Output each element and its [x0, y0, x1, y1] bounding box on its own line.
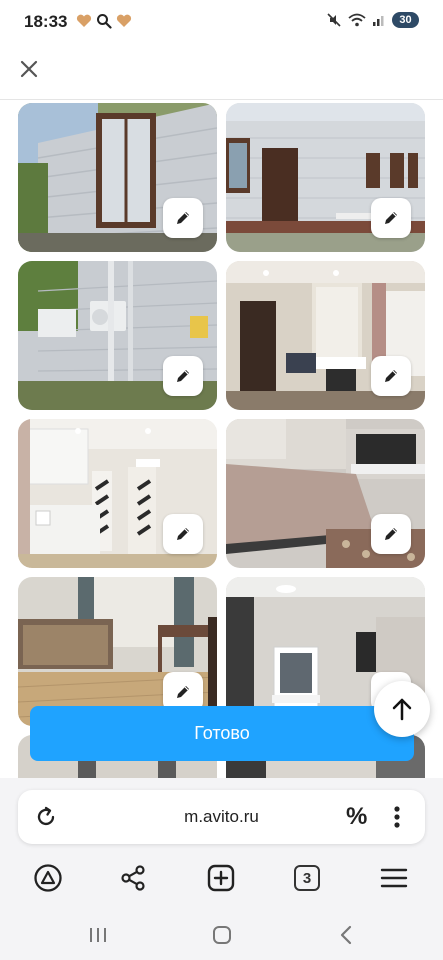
search-icon: [97, 14, 112, 29]
wifi-icon: [348, 13, 366, 27]
photo-tile[interactable]: [18, 577, 217, 726]
scroll-to-top-button[interactable]: [374, 681, 430, 737]
edit-photo-button[interactable]: [163, 198, 203, 238]
close-icon: [20, 60, 38, 78]
edit-photo-button[interactable]: [371, 198, 411, 238]
share-icon: [121, 865, 145, 891]
home-button[interactable]: [207, 920, 237, 950]
pencil-icon: [177, 370, 189, 382]
menu-button[interactable]: [390, 802, 404, 832]
address-bar[interactable]: m.avito.ru %: [18, 790, 425, 844]
discount-button[interactable]: %: [346, 803, 367, 831]
pencil-icon: [177, 528, 189, 540]
tabs-count: 3: [294, 865, 320, 891]
home-icon: [213, 926, 231, 944]
photo-tile[interactable]: [226, 419, 425, 568]
back-icon: [340, 925, 352, 945]
edit-photo-button[interactable]: [163, 514, 203, 554]
plus-square-icon: [207, 864, 235, 892]
browser-toolbar: 3: [0, 852, 443, 904]
tabs-button[interactable]: 3: [291, 862, 323, 894]
done-button[interactable]: Готово: [30, 706, 414, 761]
status-left-icons: [76, 13, 132, 29]
pencil-icon: [385, 528, 397, 540]
photo-tile[interactable]: [226, 103, 425, 252]
photo-tile[interactable]: [226, 261, 425, 410]
close-button[interactable]: [14, 54, 44, 84]
edit-photo-button[interactable]: [163, 356, 203, 396]
arrow-up-icon: [392, 698, 412, 721]
header: [0, 40, 443, 100]
recents-button[interactable]: [83, 920, 113, 950]
system-nav-bar: [0, 910, 443, 960]
status-time: 18:33: [24, 12, 68, 31]
heart-icon: [116, 14, 132, 27]
photo-tile[interactable]: [18, 261, 217, 410]
edit-photo-button[interactable]: [371, 356, 411, 396]
pencil-icon: [385, 212, 397, 224]
pencil-icon: [177, 686, 189, 698]
page: 18:33 30 Готово m.avito.ru % 3: [0, 0, 443, 960]
status-right-icons: 30: [326, 12, 419, 28]
alice-icon: [34, 864, 62, 892]
hamburger-icon: [380, 868, 408, 888]
signal-icon: [373, 16, 384, 26]
new-tab-button[interactable]: [205, 862, 237, 894]
battery-indicator: 30: [392, 12, 419, 28]
main-menu-button[interactable]: [378, 862, 410, 894]
photo-tile[interactable]: [18, 103, 217, 252]
share-button[interactable]: [117, 862, 149, 894]
photo-grid: [18, 103, 425, 778]
back-button[interactable]: [331, 920, 361, 950]
photo-tile[interactable]: [18, 419, 217, 568]
heart-icon: [76, 14, 92, 27]
alice-button[interactable]: [32, 862, 64, 894]
status-bar: 18:33 30: [0, 0, 443, 40]
mute-icon: [327, 13, 341, 27]
edit-photo-button[interactable]: [371, 514, 411, 554]
recents-icon: [90, 928, 106, 942]
pencil-icon: [177, 212, 189, 224]
pencil-icon: [385, 370, 397, 382]
more-vertical-icon: [394, 806, 400, 828]
